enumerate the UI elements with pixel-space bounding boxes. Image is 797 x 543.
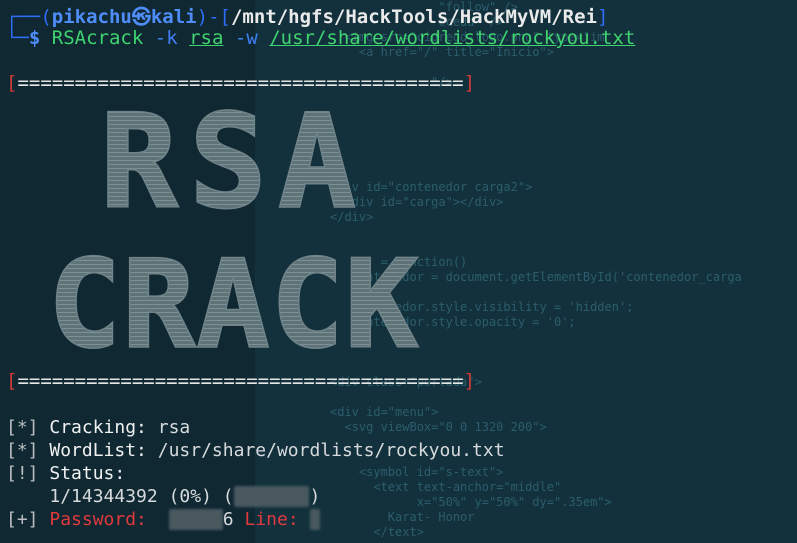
flag-w: -w <box>234 27 258 49</box>
redacted-password: xxxxx <box>168 509 223 530</box>
terminal-window[interactable]: "follow" /> ccedd" /> <img src="cidredd-… <box>0 0 797 543</box>
prompt-host: kali <box>150 6 197 28</box>
prompt-user: pikachu <box>51 6 132 28</box>
prompt-path: /mnt/hgfs/HackTools/HackMyVM/Rei <box>230 6 597 28</box>
redacted-line: x <box>309 509 321 530</box>
status-value-line: 1/14344392 (0%) (xxxxxxx) <box>49 486 321 507</box>
command-line[interactable]: └─$ RSAcrack -k rsa -w /usr/share/wordli… <box>6 27 635 49</box>
ascii-banner: RSA RSA CRACK CRACK <box>14 87 454 377</box>
arg-k: rsa <box>189 27 224 49</box>
banner-line-crack-fill: CRACK <box>48 236 419 373</box>
redacted-status: xxxxxxx <box>233 486 310 507</box>
wordlist-line: [*] WordList: /usr/share/wordlists/rocky… <box>6 440 505 461</box>
prompt-symbol: ㉿ <box>131 6 151 28</box>
arg-wordlist: /usr/share/wordlists/rockyou.txt <box>269 27 636 49</box>
status-line: [!] Status: <box>6 463 126 484</box>
flag-k: -k <box>154 27 178 49</box>
prompt-dollar: $ <box>28 27 41 49</box>
prompt-line: ┌──(pikachu㉿kali)-[/mnt/hgfs/HackTools/H… <box>6 6 609 28</box>
password-line: [+] Password: xxxxx6 Line: x <box>6 509 321 530</box>
banner-line-rsa-fill: RSA <box>100 88 367 237</box>
separator-bottom: [=======================================… <box>6 370 476 392</box>
cracking-line: [*] Cracking: rsa <box>6 417 191 438</box>
banner-art: RSA RSA CRACK CRACK <box>47 87 419 377</box>
command-name: RSAcrack <box>51 27 144 49</box>
